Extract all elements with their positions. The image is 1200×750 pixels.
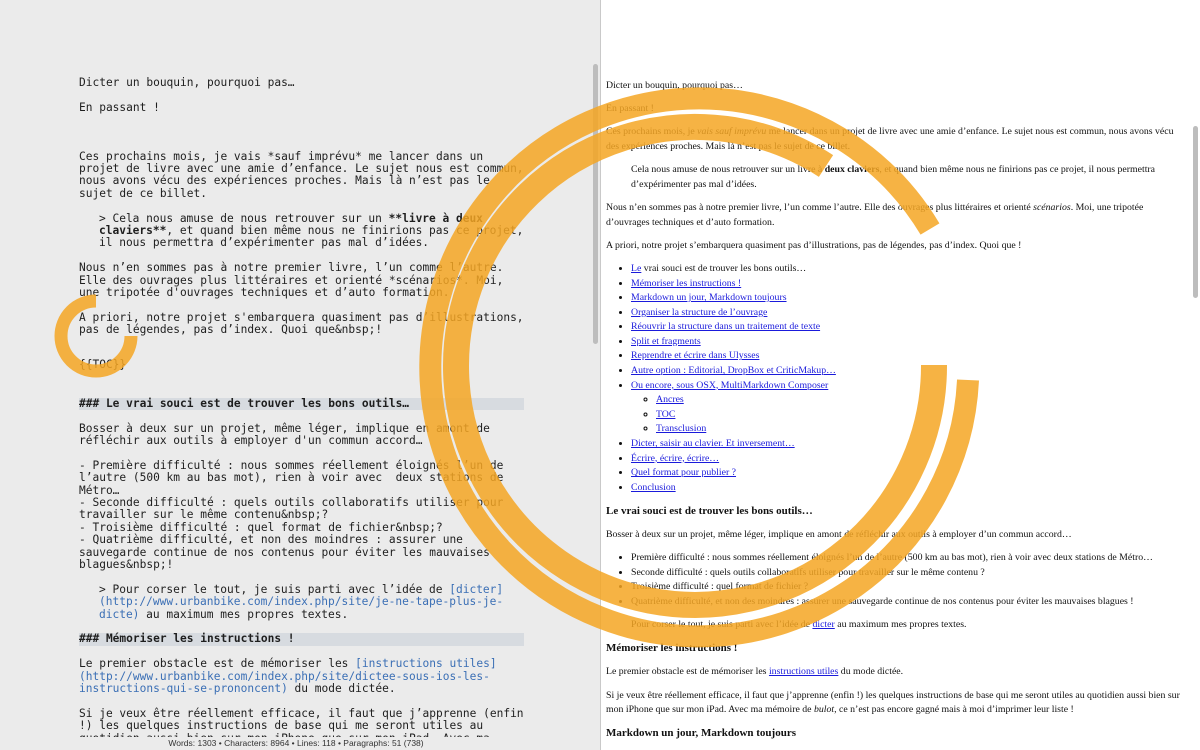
editor-heading-outils: ### Le vrai souci est de trouver les bon…	[79, 397, 524, 411]
editor-quote2-b: au maximum mes propres textes.	[139, 607, 349, 621]
preview-toc-list: Le vrai souci est de trouver les bons ou…	[606, 262, 1188, 496]
preview-quote1-a: Cela nous amuse de nous retrouver sur un…	[631, 164, 825, 176]
markdown-editor-text[interactable]: Dicter un bouquin, pourquoi pas… En pass…	[79, 76, 531, 750]
preview-paragraph-6: Si je veux être réellement efficace, il …	[606, 689, 1188, 718]
toc-item: Quel format pour publier ?	[631, 466, 1188, 481]
toc-link[interactable]: Ou encore, sous OSX, MultiMarkdown Compo…	[631, 380, 828, 391]
editor-list: - Première difficulté : nous sommes réel…	[79, 458, 524, 572]
toc-link[interactable]: Dicter, saisir au clavier. Et inversemen…	[631, 438, 795, 449]
preview-heading-markdown: Markdown un jour, Markdown toujours	[606, 727, 796, 740]
toc-link[interactable]: Organiser la structure de l’ouvrage	[631, 307, 767, 318]
toc-link[interactable]: Split et fragments	[631, 336, 701, 347]
toc-link[interactable]: Autre option : Editorial, DropBox et Cri…	[631, 365, 836, 376]
editor-heading-memoriser: ### Mémoriser les instructions !	[79, 633, 524, 646]
preview-content: Dicter un bouquin, pourquoi pas… En pass…	[606, 79, 1188, 750]
preview-title-line: Dicter un bouquin, pourquoi pas…	[606, 80, 743, 91]
editor-blockquote-1: > Cela nous amuse de nous retrouver sur …	[79, 211, 524, 250]
toc-subitem: Transclusion	[656, 422, 1188, 437]
preview-quote2-b: au maximum mes propres textes.	[834, 619, 967, 631]
preview-paragraph-2: Nous n’en sommes pas à notre premier liv…	[606, 201, 1188, 230]
markdown-editor-pane[interactable]: Dicter un bouquin, pourquoi pas… En pass…	[0, 0, 600, 750]
preview-paragraph-5: Le premier obstacle est de mémoriser les…	[606, 665, 1188, 680]
editor-paragraph-1: Ces prochains mois, je vais *sauf imprév…	[79, 149, 531, 200]
preview-quote1-bold: deux claviers	[824, 164, 880, 176]
toc-link[interactable]: Markdown un jour, Markdown toujours	[631, 292, 787, 303]
preview-heading-outils: Le vrai souci est de trouver les bons ou…	[606, 505, 813, 517]
toc-sublink[interactable]: Ancres	[656, 394, 684, 405]
editor-blockquote-2: > Pour corser le tout, je suis parti ave…	[79, 582, 524, 621]
editor-quote2-a: > Pour corser le tout, je suis parti ave…	[99, 582, 450, 596]
preview-en-passant: En passant !	[606, 103, 654, 115]
editor-en-passant: En passant !	[79, 100, 160, 114]
editor-paragraph-4: Bosser à deux sur un projet, même léger,…	[79, 421, 497, 448]
toc-item: Ou encore, sous OSX, MultiMarkdown Compo…	[631, 379, 1188, 437]
toc-link[interactable]: Écrire, écrire, écrire…	[631, 453, 719, 464]
preview-paragraph-3: A priori, notre projet s’embarquera quas…	[606, 239, 1022, 251]
editor-scrollbar-thumb[interactable]	[593, 64, 598, 344]
preview-para2-italic: scénarios	[1033, 201, 1071, 213]
editor-list-item-2: - Seconde difficulté : quels outils coll…	[79, 496, 511, 522]
preview-para1-a: Ces prochains mois, je	[606, 126, 698, 138]
editor-para5-b: du mode dictée.	[287, 682, 396, 696]
list-item: Quatrième difficulté, et non des moindre…	[631, 595, 1188, 610]
preview-heading-memoriser: Mémoriser les instructions !	[606, 642, 738, 655]
preview-difficulty-list: Première difficulté : nous sommes réelle…	[606, 551, 1188, 609]
toc-link[interactable]: Quel format pour publier ?	[631, 467, 736, 478]
editor-title-line: Dicter un bouquin, pourquoi pas…	[79, 76, 295, 89]
preview-para5-a: Le premier obstacle est de mémoriser les	[606, 666, 769, 678]
toc-item: Mémoriser les instructions !	[631, 277, 1188, 292]
preview-instructions-link[interactable]: instructions utiles	[769, 666, 838, 677]
toc-subitem: Ancres	[656, 393, 1188, 408]
preview-blockquote-2: Pour corser le tout, je suis parti avec …	[606, 618, 1188, 633]
toc-item: Organiser la structure de l’ouvrage	[631, 306, 1188, 321]
toc-item: Réouvrir la structure dans un traitement…	[631, 320, 1188, 335]
toc-item: Écrire, écrire, écrire…	[631, 452, 1188, 467]
toc-tag-text: {{TOC}}	[79, 358, 127, 372]
editor-paragraph-2: Nous n’en sommes pas à notre premier liv…	[79, 261, 511, 300]
toc-item-rest: vrai souci est de trouver les bons outil…	[641, 262, 807, 274]
preview-para1-italic: vais sauf imprévu	[697, 126, 767, 138]
editor-paragraph-3: A priori, notre projet s'embarquera quas…	[79, 310, 531, 337]
toc-item: Le vrai souci est de trouver les bons ou…	[631, 262, 1188, 277]
list-item: Troisième difficulté : quel format de fi…	[631, 580, 1188, 595]
preview-quote2-a: Pour corser le tout, je suis parti avec …	[631, 619, 813, 631]
editor-toc-tag: {{TOC}}	[79, 358, 524, 372]
toc-sublink[interactable]: TOC	[656, 409, 675, 420]
preview-dicter-link[interactable]: dicter	[812, 619, 834, 630]
preview-para6-b: , ce n’est pas encore gagné mais à moi d…	[834, 704, 1074, 716]
preview-para2-a: Nous n’en sommes pas à notre premier liv…	[606, 201, 1034, 213]
list-item: Seconde difficulté : quels outils collab…	[631, 566, 1188, 581]
toc-sublist: Ancres TOC Transclusion	[631, 393, 1188, 437]
toc-link[interactable]: Réouvrir la structure dans un traitement…	[631, 321, 820, 332]
editor-quote1-a: > Cela nous amuse de nous retrouver sur …	[99, 211, 389, 225]
preview-para6-italic: bulot	[813, 704, 835, 716]
preview-paragraph-4: Bosser à deux sur un projet, même léger,…	[606, 529, 1072, 540]
editor-paragraph-5: Le premier obstacle est de mémoriser les…	[79, 658, 524, 695]
toc-item: Autre option : Editorial, DropBox et Cri…	[631, 364, 1188, 379]
status-bar: Words: 1303 • Characters: 8964 • Lines: …	[0, 737, 592, 750]
toc-link[interactable]: Conclusion	[631, 482, 676, 493]
toc-link[interactable]: Reprendre et écrire dans Ulysses	[631, 350, 759, 361]
toc-link-outils[interactable]: Le	[631, 263, 641, 274]
editor-scrollbar[interactable]	[592, 0, 598, 750]
preview-scrollbar[interactable]	[1192, 0, 1198, 750]
preview-scrollbar-thumb[interactable]	[1193, 126, 1198, 298]
toc-item: Split et fragments	[631, 335, 1188, 350]
toc-sublink[interactable]: Transclusion	[656, 423, 706, 434]
toc-item: Markdown un jour, Markdown toujours	[631, 291, 1188, 306]
editor-list-item-4: - Quatrième difficulté, et non des moind…	[79, 533, 497, 572]
preview-paragraph-1: Ces prochains mois, je vais sauf imprévu…	[606, 125, 1188, 154]
editor-para5-a: Le premier obstacle est de mémoriser les	[79, 657, 356, 671]
list-item: Première difficulté : nous sommes réelle…	[631, 551, 1188, 566]
toc-subitem: TOC	[656, 408, 1188, 423]
preview-para5-b: du mode dictée.	[838, 666, 904, 678]
preview-blockquote-1: Cela nous amuse de nous retrouver sur un…	[606, 163, 1188, 192]
toc-item: Conclusion	[631, 481, 1188, 496]
editor-list-item-1: - Première difficulté : nous sommes réel…	[79, 458, 511, 497]
toc-item: Reprendre et écrire dans Ulysses	[631, 349, 1188, 364]
toc-item: Dicter, saisir au clavier. Et inversemen…	[631, 437, 1188, 452]
toc-link[interactable]: Mémoriser les instructions !	[631, 278, 741, 289]
